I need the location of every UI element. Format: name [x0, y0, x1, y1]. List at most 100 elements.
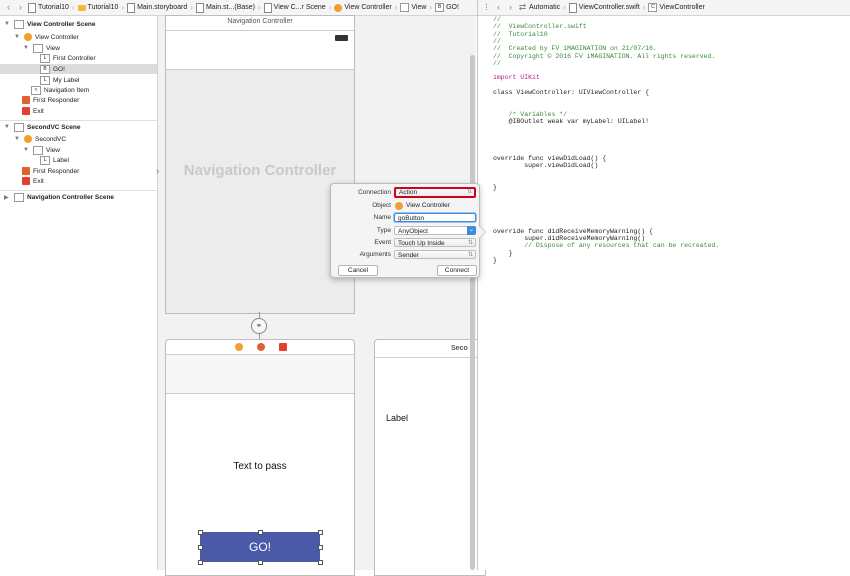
outline-item-view-controller[interactable]: ▼ View Controller [14, 32, 79, 42]
object-value: View Controller [406, 202, 450, 209]
outline-item-first-responder[interactable]: First Responder [22, 95, 79, 105]
forward-arrow-icon[interactable]: › [16, 3, 25, 12]
crumb-project[interactable]: Tutorial10 [28, 2, 69, 13]
connection-popover: Connection Action ⇅ Object View Controll… [330, 183, 486, 278]
crumb-automatic[interactable]: ⇄ Automatic [518, 3, 560, 12]
connection-select[interactable]: Action ⇅ [394, 187, 476, 198]
connect-button[interactable]: Connect [437, 265, 477, 276]
back-arrow-icon[interactable]: ‹ [494, 3, 503, 12]
segue-relationship-icon[interactable]: ⚭ [251, 318, 267, 334]
crumb-button[interactable]: B GO! [435, 3, 459, 12]
resize-handle[interactable] [258, 560, 263, 565]
disclosure-open-icon[interactable]: ▼ [4, 21, 11, 27]
code-line[interactable]: super.didReceiveMemoryWarning() [493, 235, 645, 242]
second-label[interactable]: Label [386, 413, 408, 423]
code-line[interactable]: super.viewDidLoad() [493, 162, 598, 169]
grid-icon[interactable]: ⁞ [482, 3, 491, 12]
back-arrow-icon[interactable]: ‹ [4, 3, 13, 12]
type-dropdown-icon[interactable]: ⌄ [467, 226, 476, 235]
code-line[interactable]: override func didReceiveMemoryWarning() … [493, 228, 653, 235]
outline-scene-secondvc[interactable]: ▼ SecondVC Scene [4, 122, 80, 132]
text-to-pass-label[interactable]: Text to pass [166, 461, 354, 472]
outline-item-exit-2[interactable]: Exit [22, 176, 44, 186]
scene-icon [14, 122, 24, 132]
go-button[interactable]: GO! [200, 532, 320, 562]
forward-arrow-icon[interactable]: › [506, 3, 515, 12]
connection-value: Action [399, 189, 418, 196]
resize-handle[interactable] [198, 545, 203, 550]
code-line[interactable]: // Copyright © 2016 FV iMAGINATION. All … [493, 53, 715, 60]
exit-dock-icon[interactable] [279, 343, 287, 351]
code-line[interactable]: @IBOutlet weak var myLabel: UILabel! [493, 118, 649, 125]
outline-item-my-label[interactable]: L My Label [40, 75, 79, 85]
disclosure-open-icon[interactable]: ▼ [14, 136, 21, 142]
crumb-separator-icon: › [328, 3, 332, 12]
outline-item-first-responder-2[interactable]: First Responder [22, 166, 79, 176]
first-responder-dock-icon[interactable] [257, 343, 265, 351]
code-line[interactable]: // [493, 38, 501, 45]
outline-divider [0, 120, 157, 121]
code-line[interactable]: // Dispose of any resources that can be … [493, 242, 719, 249]
resize-handle[interactable] [258, 530, 263, 535]
code-editor[interactable]: //// ViewController.swift// Tutorial10//… [478, 16, 850, 570]
cancel-button[interactable]: Cancel [338, 265, 378, 276]
arguments-select[interactable]: Sender ⇅ [394, 250, 476, 259]
resize-handle[interactable] [318, 530, 323, 535]
outline-item-label[interactable]: L Label [40, 155, 69, 165]
storyboard-file-icon [127, 2, 136, 13]
nav-scene-title: Navigation Controller [227, 18, 293, 25]
disclosure-closed-icon[interactable]: ▶ [4, 194, 11, 201]
crumb-scene[interactable]: View C...r Scene [263, 2, 326, 13]
crumb-storyboard-base[interactable]: Main.st...(Base) [195, 2, 255, 13]
crumb-storyboard[interactable]: Main.storyboard [127, 2, 187, 13]
class-icon: C [648, 3, 658, 12]
disclosure-open-icon[interactable]: ▼ [23, 147, 30, 153]
crumb-folder[interactable]: Tutorial10 [77, 4, 118, 11]
event-select[interactable]: Touch Up Inside ⇅ [394, 238, 476, 247]
code-line[interactable]: import UIKit [493, 74, 540, 81]
storyboard-file-icon [195, 2, 204, 13]
code-line[interactable]: // Tutorial10 [493, 31, 548, 38]
canvas-scrollbar[interactable] [470, 55, 475, 570]
code-line[interactable]: } [493, 257, 497, 264]
second-scene-title: Seco [451, 345, 468, 352]
outline-item-secondvc[interactable]: ▼ SecondVC [14, 134, 66, 144]
code-line[interactable]: // ViewController.swift [493, 23, 587, 30]
outline-item-view-2[interactable]: ▼ View [23, 145, 60, 155]
disclosure-open-icon[interactable]: ▼ [14, 34, 21, 40]
crumb-view[interactable]: View [400, 3, 426, 12]
view-controller-dock-icon[interactable] [235, 343, 243, 351]
resize-handle[interactable] [198, 560, 203, 565]
outline-item-navigation-item[interactable]: < Navigation Item [31, 85, 89, 95]
outline-item-go[interactable]: B GO! [0, 64, 157, 74]
outline-item-first-controller[interactable]: L First Controller [40, 53, 96, 63]
outline-item-exit[interactable]: Exit [22, 106, 44, 116]
crumb-view-controller[interactable]: View Controller [334, 3, 392, 12]
scene-icon [14, 192, 24, 202]
resize-handle[interactable] [318, 545, 323, 550]
crumb-swift-file[interactable]: ViewController.swift [568, 2, 640, 13]
code-line[interactable]: // [493, 60, 501, 67]
code-line[interactable]: class ViewController: UIViewController { [493, 89, 649, 96]
storyboard-canvas[interactable]: Navigation Controller Navigation Control… [156, 15, 486, 576]
battery-icon [335, 35, 348, 41]
outline-scene-view-controller[interactable]: ▼ View Controller Scene [4, 19, 96, 29]
first-view-controller-scene[interactable]: Text to pass GO! [165, 339, 355, 576]
resize-handle[interactable] [198, 530, 203, 535]
code-line[interactable]: override func viewDidLoad() { [493, 155, 606, 162]
code-line[interactable]: // [493, 16, 501, 23]
outline-scene-navigation-controller[interactable]: ▶ Navigation Controller Scene [4, 192, 114, 202]
type-combo[interactable]: AnyObject ⌄ [394, 226, 476, 235]
resize-handle[interactable] [318, 560, 323, 565]
code-line[interactable]: } [493, 184, 497, 191]
code-line[interactable]: } [493, 250, 513, 257]
name-field[interactable]: goButton [394, 213, 476, 222]
outline-item-view[interactable]: ▼ View [23, 43, 60, 53]
crumb-class[interactable]: C ViewController [648, 3, 705, 12]
disclosure-open-icon[interactable]: ▼ [23, 45, 30, 51]
code-line[interactable]: // Created by FV iMAGINATION on 21/07/16… [493, 45, 657, 52]
navigation-controller-scene[interactable]: Navigation Controller Navigation Control… [165, 15, 355, 314]
code-line[interactable]: /* Variables */ [493, 111, 568, 118]
folder-icon [77, 4, 86, 11]
disclosure-open-icon[interactable]: ▼ [4, 124, 11, 130]
